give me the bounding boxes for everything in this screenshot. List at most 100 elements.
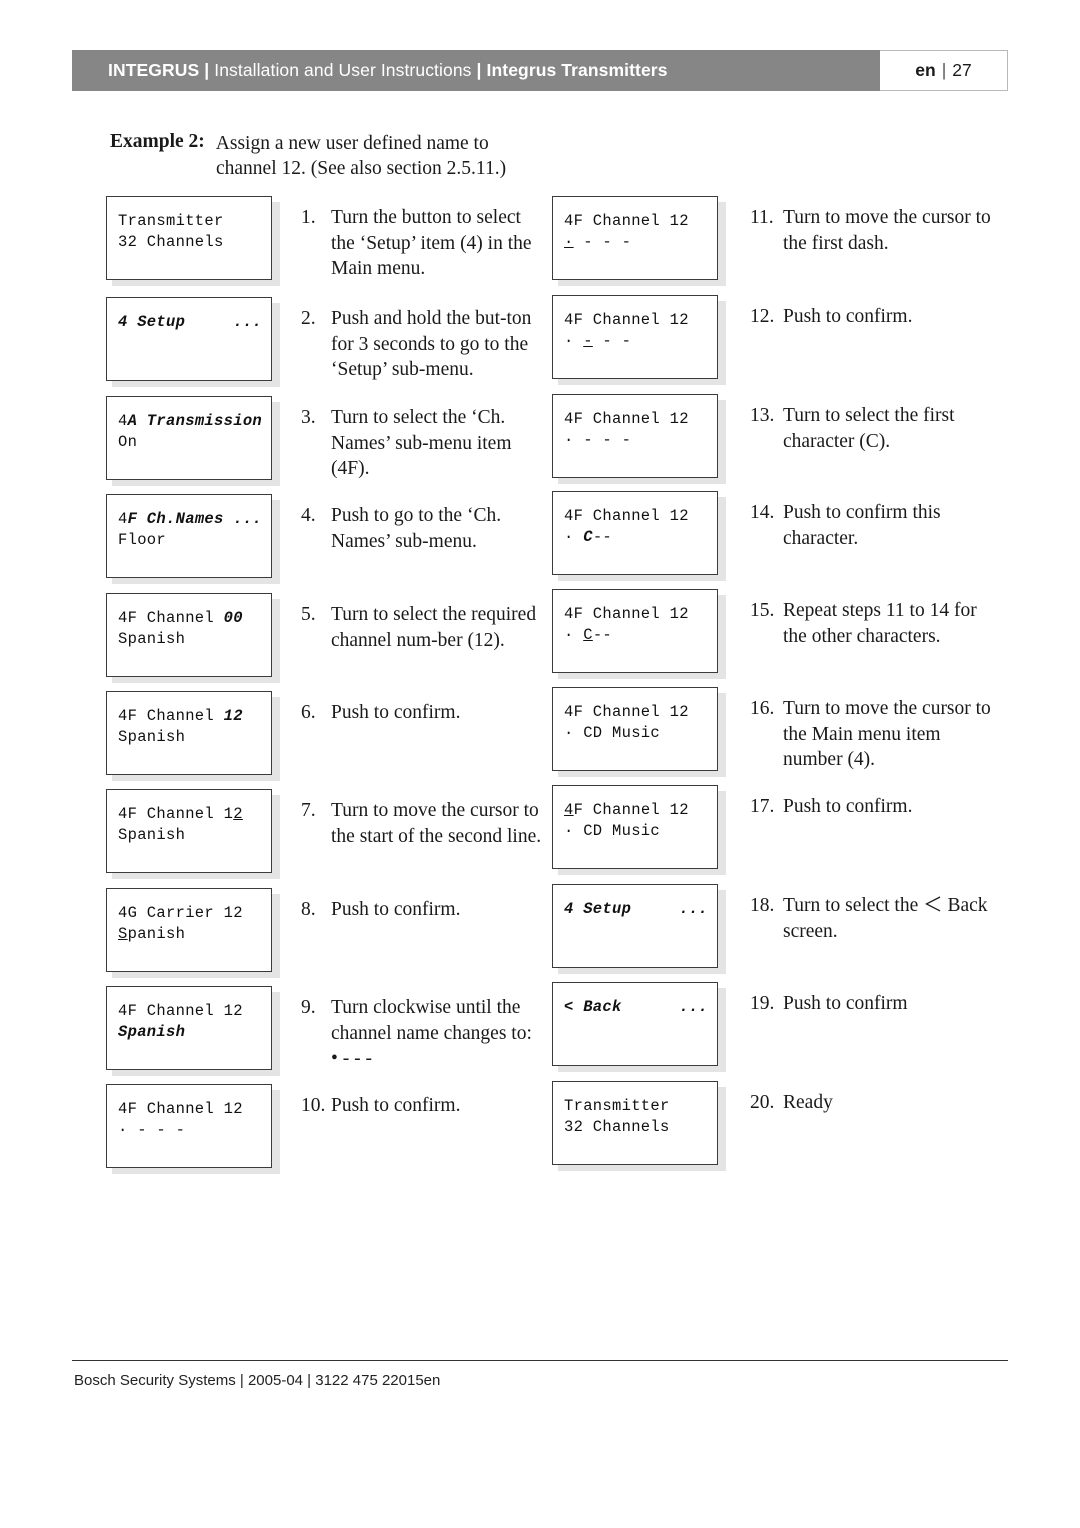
lcd-line-2: Spanish xyxy=(118,728,186,746)
step-item: Transmitter 32 Channels 20. Ready xyxy=(552,1081,992,1179)
page-separator: | xyxy=(941,60,947,80)
step-instruction: 2. Push and hold the but-ton for 3 secon… xyxy=(274,297,542,383)
lcd-display: 4F Channel 12 · - - - xyxy=(106,1084,280,1174)
step-text: Push to confirm xyxy=(783,993,908,1014)
step-instruction: 5. Turn to select the required channel n… xyxy=(274,593,542,653)
step-instruction: 7. Turn to move the cursor to the start … xyxy=(274,789,542,849)
step-instruction: 19. Push to confirm xyxy=(720,982,908,1017)
step-item: 4 Setup ... 18. Turn to select the ＜ Bac… xyxy=(552,884,992,982)
lcd-screen: 4F Channel 12 · - - - xyxy=(552,196,718,280)
lcd-screen: 4F Channel 12 · CD Music xyxy=(552,785,718,869)
step-text: Push to confirm. xyxy=(783,796,913,817)
step-text: Turn to move the cursor to the Main menu… xyxy=(783,698,991,770)
language-code: en xyxy=(915,60,936,80)
header-separator-1: | xyxy=(204,60,210,80)
lcd-line-1: 4F Channel 12 xyxy=(564,410,689,428)
step-item: 4 Setup ... 2. Push and hold the but-ton… xyxy=(106,297,542,396)
step-number: 9. xyxy=(301,997,316,1018)
step-instruction: 6. Push to confirm. xyxy=(274,691,460,726)
lcd-screen: 4F Channel 12 · C-- xyxy=(552,589,718,673)
step-number: 8. xyxy=(301,899,316,920)
lcd-display: 4F Channel 12 · - - - xyxy=(552,295,726,385)
step-text: Push and hold the but-ton for 3 seconds … xyxy=(331,308,532,380)
lcd-screen: 4 Setup ... xyxy=(552,884,718,968)
step-number: 4. xyxy=(301,505,316,526)
lcd-display: 4F Channel 12 · C-- xyxy=(552,589,726,679)
step-item: 4F Channel 12 · CD Music 16. Turn to move… xyxy=(552,687,992,785)
lcd-line-2: Floor xyxy=(118,531,167,549)
lcd-line-1: Transmitter xyxy=(564,1097,670,1115)
lcd-line-1: 4F Channel 12 xyxy=(564,703,689,721)
step-number: 13. xyxy=(750,405,775,426)
header-section: Integrus Transmitters xyxy=(486,60,668,80)
lcd-line-1: 4F Channel 12 xyxy=(564,212,689,230)
lcd-screen: 4F Ch.Names ... Floor xyxy=(106,494,272,578)
step-item: 4F Channel 12 · C-- 15. Repeat steps 11 t… xyxy=(552,589,992,687)
lcd-line-1: 4F Channel 12 xyxy=(118,1100,243,1118)
lcd-line-2: · CD Music xyxy=(564,822,661,840)
example-label: Example 2: xyxy=(110,131,205,152)
step-text: Push to confirm. xyxy=(331,1095,461,1116)
lcd-display: 4F Channel 12 · - - - xyxy=(552,394,726,484)
step-instruction: 20. Ready xyxy=(720,1081,833,1116)
lcd-display: 4F Channel 12 Spanish xyxy=(106,691,280,781)
lcd-screen: < Back ... xyxy=(552,982,718,1066)
step-item: 4G Carrier 12 Spanish 8. Push to confirm. xyxy=(106,888,542,986)
lcd-screen: 4F Channel 12 · C-- xyxy=(552,491,718,575)
step-item: 4F Channel 12 · - - - 11. Turn to move th… xyxy=(552,196,992,295)
lcd-line-1: 4G Carrier 12 xyxy=(118,904,243,922)
step-item: 4F Channel 12 · - - - 13. Turn to select … xyxy=(552,394,992,491)
step-number: 2. xyxy=(301,308,316,329)
step-number: 19. xyxy=(750,993,775,1014)
lcd-line-1: 4F Channel 12 xyxy=(118,707,243,725)
step-number: 7. xyxy=(301,800,316,821)
step-text: Ready xyxy=(783,1092,833,1113)
lcd-line-1: 4F Ch.Names ... xyxy=(118,510,263,528)
header-separator-2: | xyxy=(476,60,482,80)
step-text: Repeat steps 11 to 14 for the other char… xyxy=(783,600,977,647)
lcd-line-1: 4F Channel 12 xyxy=(118,1002,243,1020)
lcd-line-2: 32 Channels xyxy=(564,1118,670,1136)
step-number: 6. xyxy=(301,702,316,723)
step-item: 4F Channel 00 Spanish 5. Turn to select t… xyxy=(106,593,542,691)
lcd-line-2: · - - - xyxy=(564,431,632,449)
step-item: 4F Channel 12 · - - - 12. Push to confirm… xyxy=(552,295,992,394)
lcd-screen: 4F Channel 12 · - - - xyxy=(552,394,718,478)
step-text: Turn to move the cursor to the start of … xyxy=(331,800,542,847)
lcd-display: 4G Carrier 12 Spanish xyxy=(106,888,280,978)
lcd-display: Transmitter 32 Channels xyxy=(552,1081,726,1171)
lcd-display: 4F Channel 12 Spanish xyxy=(106,986,280,1076)
lcd-line-1: 4F Channel 12 xyxy=(564,311,689,329)
step-text: Turn clockwise until the channel name ch… xyxy=(331,997,532,1069)
step-item: 4F Channel 12 · CD Music 17. Push to conf… xyxy=(552,785,992,884)
step-number: 3. xyxy=(301,407,316,428)
step-number: 14. xyxy=(750,502,775,523)
footer-text: Bosch Security Systems | 2005-04 | 3122 … xyxy=(74,1372,441,1389)
lcd-display: 4F Channel 12 Spanish xyxy=(106,789,280,879)
lcd-screen: 4F Channel 12 · CD Music xyxy=(552,687,718,771)
header-brand: INTEGRUS xyxy=(108,60,200,80)
lcd-screen: 4F Channel 12 Spanish xyxy=(106,986,272,1070)
lcd-line-2: Spanish xyxy=(118,826,186,844)
page-indicator: en | 27 xyxy=(880,50,1008,91)
header-subtitle: Installation and User Instructions xyxy=(214,60,472,80)
step-number: 12. xyxy=(750,306,775,327)
lcd-line-1: Transmitter xyxy=(118,212,224,230)
lcd-display: 4 Setup ... xyxy=(552,884,726,974)
step-number: 18. xyxy=(750,895,775,916)
example-line-2: channel 12. (See also section 2.5.11.) xyxy=(216,158,507,179)
lcd-line-2: On xyxy=(118,433,138,451)
lcd-line-2: · - - - xyxy=(564,332,632,350)
lcd-screen: 4F Channel 12 Spanish xyxy=(106,691,272,775)
step-instruction: 14. Push to confirm this character. xyxy=(720,491,992,551)
lcd-line-2: Spanish xyxy=(118,630,186,648)
lcd-line-2: · - - - xyxy=(564,233,632,251)
lcd-line-1: < Back ... xyxy=(564,998,709,1016)
lcd-screen: 4F Channel 12 Spanish xyxy=(106,789,272,873)
lcd-display: < Back ... xyxy=(552,982,726,1072)
lcd-display: 4F Channel 12 · CD Music xyxy=(552,687,726,777)
lcd-screen: 4A Transmission On xyxy=(106,396,272,480)
page-number: 27 xyxy=(952,60,972,80)
step-text: Push to go to the ‘Ch. Names’ sub-menu. xyxy=(331,505,502,552)
lcd-display: 4 Setup ... xyxy=(106,297,280,387)
